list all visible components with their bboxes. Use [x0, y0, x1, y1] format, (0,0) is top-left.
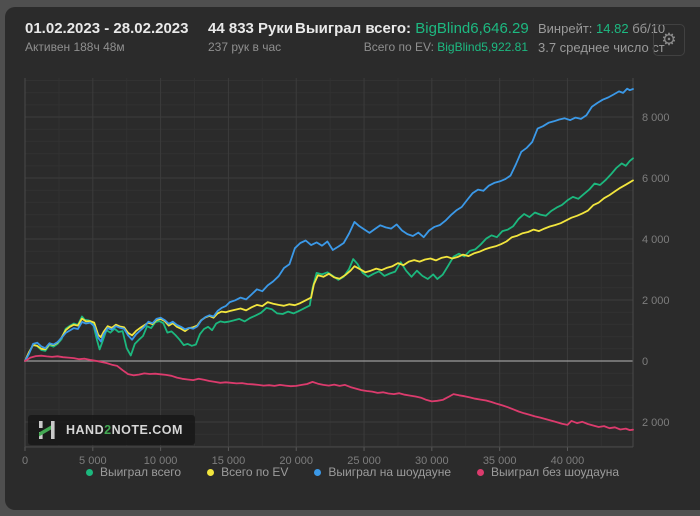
legend-item-0[interactable]: Выиграл всего — [85, 465, 182, 479]
legend-label-2: Выиграл на шоудауне — [328, 465, 452, 479]
won-total-label: Выиграл всего: — [295, 20, 412, 37]
ev-total-line: Всего по EV: BigBlind5,922.81 — [295, 39, 528, 56]
legend-dot-1 — [207, 468, 215, 476]
hand2note-logo-text: HAND2NOTE.COM — [66, 423, 183, 437]
hands-count: 44 833 Руки — [208, 20, 294, 37]
legend-dot-3 — [477, 468, 485, 476]
chart-area: 05 000 10 000 15 000 20 000 25 000 30 000 35 0… — [5, 67, 700, 467]
won-total-value: BigBlind6,646.29 — [415, 20, 529, 37]
report-panel: 01.02.2023 - 28.02.2023 Активен 188ч 48м… — [5, 7, 700, 510]
y-axis-label: 8 000 — [642, 112, 670, 124]
winrate-value: 14.82 — [596, 21, 629, 36]
y-axis-label: 2 000 — [642, 417, 670, 429]
series-line-0 — [24, 157, 634, 362]
y-axis-label: 4 000 — [642, 234, 670, 246]
settings-button[interactable]: ⚙ — [653, 24, 685, 56]
legend-label-1: Всего по EV — [221, 465, 289, 479]
legend-dot-0 — [85, 468, 93, 476]
logo-text-2: 2 — [104, 423, 112, 437]
legend-dot-2 — [314, 468, 322, 476]
y-axis-label: 2 000 — [642, 295, 670, 307]
logo-text-1: HAND — [66, 423, 105, 437]
series-line-1 — [24, 179, 634, 362]
hand2note-watermark: HAND2NOTE.COM — [28, 415, 195, 445]
gear-icon: ⚙ — [661, 30, 677, 49]
y-axis-label: 0 — [642, 356, 648, 368]
hands-per-hour: 237 рук в час — [208, 40, 282, 54]
legend-label-3: Выиграл без шоудауна — [491, 465, 620, 479]
legend-label-0: Выиграл всего — [99, 465, 182, 479]
ev-total-label: Всего по EV: — [363, 40, 434, 54]
active-time: Активен 188ч 48м — [25, 40, 125, 54]
legend-item-1[interactable]: Всего по EV — [207, 465, 288, 479]
legend-item-2[interactable]: Выиграл на шоудауне — [314, 465, 451, 479]
hands-block: 44 833 Руки 237 рук в час — [208, 19, 293, 56]
winnings-graph[interactable]: 05 000 10 000 15 000 20 000 25 000 30 000 35 0… — [5, 67, 700, 467]
y-axis-label: 6 000 — [642, 173, 670, 185]
report-header: 01.02.2023 - 28.02.2023 Активен 188ч 48м… — [5, 7, 700, 67]
chart-legend: Выиграл всего Всего по EV Выиграл на шоуда… — [5, 465, 700, 479]
ev-total-value: BigBlind5,922.81 — [437, 40, 528, 54]
logo-text-3: NOTE.COM — [111, 423, 183, 437]
date-range-block: 01.02.2023 - 28.02.2023 Активен 188ч 48м — [25, 19, 188, 56]
won-total-line: Выиграл всего: BigBlind6,646.29 — [295, 19, 529, 39]
hand2note-logo-icon — [39, 421, 55, 439]
winnings-block: Выиграл всего: BigBlind6,646.29 Всего по… — [295, 19, 529, 56]
legend-item-3[interactable]: Выиграл без шоудауна — [477, 465, 619, 479]
date-range: 01.02.2023 - 28.02.2023 — [25, 20, 189, 37]
hand2note-report-window: { "header": { "date_range": "01.02.2023 … — [0, 0, 700, 516]
winrate-label: Винрейт: — [538, 21, 593, 36]
